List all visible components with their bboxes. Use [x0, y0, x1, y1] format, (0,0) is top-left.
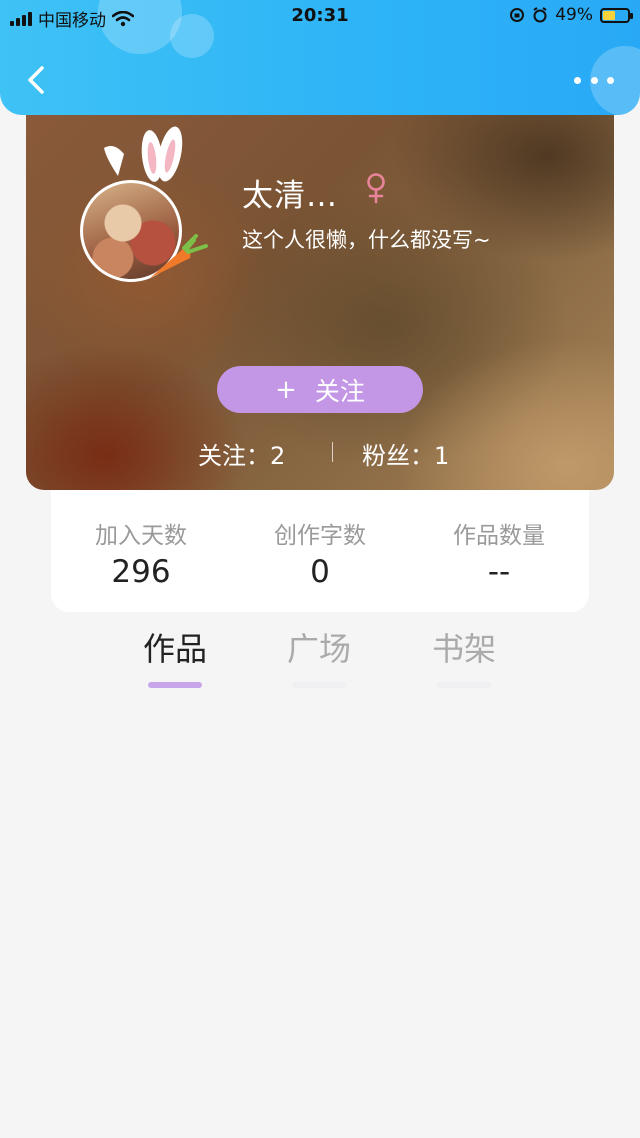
tab-square[interactable]: 广场: [259, 624, 379, 688]
top-header: 中国移动 20:31 49%: [0, 0, 640, 115]
female-icon: [367, 173, 385, 204]
more-dots-icon: [574, 76, 581, 84]
carrot-icon: [150, 234, 208, 278]
alarm-icon: [533, 7, 547, 23]
stat-label: 作品数量: [453, 523, 545, 549]
stat-value: --: [487, 554, 511, 590]
tab-indicator: [148, 682, 202, 688]
following-count[interactable]: 关注：2: [198, 436, 285, 471]
rotation-lock-icon: [510, 8, 525, 22]
follow-button-label: 关注: [314, 376, 365, 406]
back-button[interactable]: [20, 60, 54, 100]
battery-icon: [600, 7, 633, 23]
follow-counts: 关注：2 粉丝：1: [26, 434, 614, 470]
divider: [332, 442, 333, 462]
tab-works[interactable]: 作品: [115, 624, 235, 688]
stat-value: 0: [310, 554, 330, 590]
avatar-frame[interactable]: [78, 124, 218, 294]
more-dot: [607, 76, 614, 84]
tab-indicator: [437, 682, 491, 688]
stat-label: 加入天数: [95, 523, 187, 549]
bio-text: 这个人很懒，什么都没写~: [242, 228, 491, 252]
tab-label: 作品: [142, 630, 207, 668]
battery-percent: 49%: [555, 5, 593, 25]
stat-word-count: 创作字数 0: [230, 516, 410, 590]
tab-bar: 作品 广场 书架: [0, 624, 640, 694]
more-dot: [590, 76, 598, 84]
plus-icon: +: [275, 374, 297, 405]
stat-join-days: 加入天数 296: [51, 516, 231, 590]
tab-label: 书架: [431, 630, 496, 668]
stat-value: 296: [111, 554, 171, 590]
chevron-left-icon: [28, 66, 44, 94]
fans-count[interactable]: 粉丝：1: [362, 436, 449, 471]
follow-button[interactable]: + 关注: [217, 366, 423, 413]
stats-card: 加入天数 296 创作字数 0 作品数量 --: [51, 488, 589, 612]
stat-works-count: 作品数量 --: [409, 516, 589, 590]
nickname: 太清…: [242, 178, 338, 214]
stat-label: 创作字数: [274, 523, 366, 549]
profile-card: 太清… 这个人很懒，什么都没写~ + 关注 关注：2 粉丝：1: [26, 96, 614, 490]
more-button[interactable]: [574, 66, 614, 94]
tab-indicator: [292, 682, 346, 688]
status-bar: 中国移动 20:31 49%: [0, 0, 640, 34]
tab-bookshelf[interactable]: 书架: [404, 624, 524, 688]
tab-label: 广场: [286, 630, 351, 668]
